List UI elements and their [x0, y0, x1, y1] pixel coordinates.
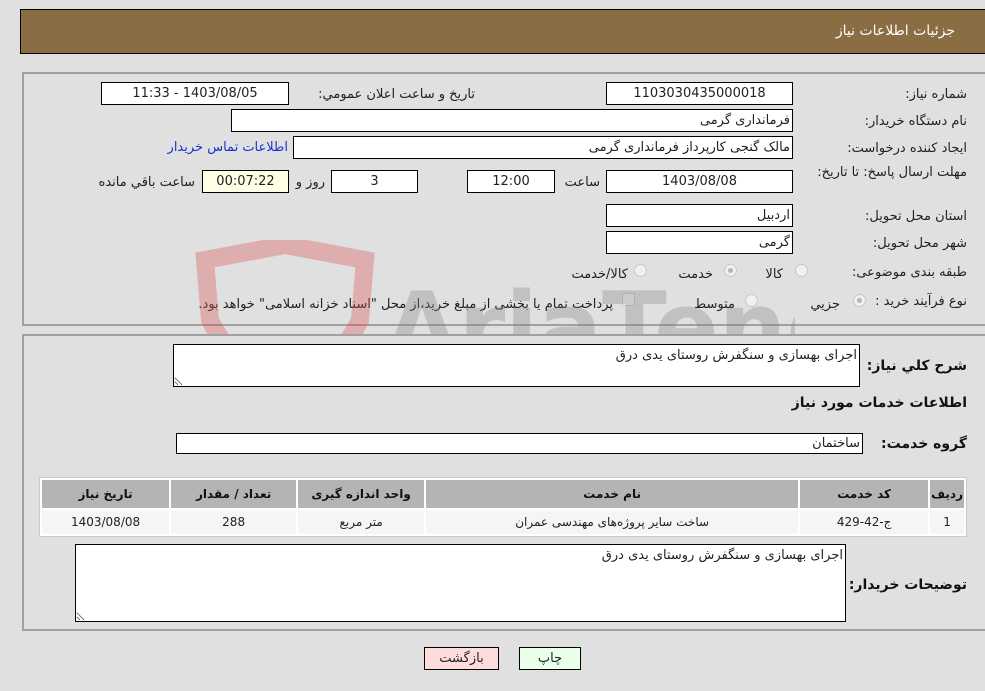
province-label: استان محل تحویل:: [865, 209, 967, 224]
service-group-field: ساختمان: [176, 433, 863, 454]
cell-service-name: ساخت سایر پروژه‌های مهندسی عمران: [426, 510, 799, 534]
header-row-number: ردیف: [930, 480, 964, 508]
category-radio-goods[interactable]: [795, 264, 808, 277]
process-radio-medium[interactable]: [745, 294, 758, 307]
category-option-goods: کالا: [765, 267, 783, 282]
table-header-row: ردیف کد خدمت نام خدمت واحد اندازه گیری ت…: [42, 480, 964, 508]
treasury-checkbox[interactable]: [622, 293, 635, 306]
deadline-date-field: 1403/08/08: [606, 170, 793, 193]
buyer-org-field: فرمانداری گرمی: [231, 109, 793, 132]
cell-unit: متر مربع: [298, 510, 425, 534]
city-label: شهر محل تحویل:: [872, 236, 967, 251]
requester-label: ایجاد کننده درخواست:: [847, 141, 967, 156]
deadline-time-field: 12:00: [467, 170, 555, 193]
province-field: اردبیل: [606, 204, 793, 227]
buyer-notes-textarea[interactable]: اجرای بهسازی و سنگفرش روستای یدی درق: [75, 544, 846, 622]
service-group-label: گروه خدمت:: [881, 436, 967, 452]
category-radio-goods-service[interactable]: [634, 264, 647, 277]
header-need-date: تاریخ نیاز: [42, 480, 170, 508]
page-title: جزئیات اطلاعات نیاز: [835, 23, 955, 39]
header-unit: واحد اندازه گیری: [298, 480, 425, 508]
deadline-label: مهلت ارسال پاسخ: تا تاریخ:: [817, 165, 967, 180]
category-option-goods-service: کالا/خدمت: [571, 267, 628, 282]
announce-datetime-label: تاریخ و ساعت اعلان عمومي:: [318, 87, 475, 102]
cell-row-number: 1: [930, 510, 964, 534]
description-textarea[interactable]: اجرای بهسازی و سنگفرش روستای یدی درق: [173, 344, 860, 387]
process-option-minor: جزيي: [810, 297, 840, 312]
remaining-time-label: ساعت باقي مانده: [98, 175, 195, 190]
treasury-note: پرداخت تمام یا بخشی از مبلغ خرید،از محل …: [198, 297, 613, 312]
requester-field: مالک گنجی کارپرداز فرمانداری گرمی: [293, 136, 793, 159]
buyer-org-label: نام دستگاه خریدار:: [864, 114, 967, 129]
table-row: 1 ج-42-429 ساخت سایر پروژه‌های مهندسی عم…: [42, 510, 964, 534]
category-option-service: خدمت: [678, 267, 713, 282]
process-radio-minor[interactable]: [853, 294, 866, 307]
process-option-medium: متوسط: [694, 297, 735, 312]
cell-need-date: 1403/08/08: [42, 510, 170, 534]
services-table: ردیف کد خدمت نام خدمت واحد اندازه گیری ت…: [39, 477, 967, 537]
city-field: گرمی: [606, 231, 793, 254]
process-type-label: نوع فرآیند خرید :: [875, 294, 967, 309]
print-button[interactable]: چاپ: [519, 647, 581, 670]
header-service-name: نام خدمت: [426, 480, 799, 508]
announce-datetime-field: 1403/08/05 - 11:33: [101, 82, 289, 105]
remaining-time-field: 00:07:22: [202, 170, 289, 193]
header-quantity: تعداد / مقدار: [171, 480, 297, 508]
deadline-time-label: ساعت: [564, 175, 600, 190]
category-label: طبقه بندی موضوعی:: [851, 265, 967, 280]
back-button[interactable]: بازگشت: [424, 647, 499, 670]
need-number-label: شماره نیاز:: [905, 87, 967, 102]
buyer-notes-label: توضیحات خریدار:: [848, 577, 967, 593]
category-radio-service[interactable]: [724, 264, 737, 277]
header-service-code: کد خدمت: [800, 480, 929, 508]
days-label: روز و: [295, 175, 325, 190]
need-number-field: 1103030435000018: [606, 82, 793, 105]
buyer-contact-link[interactable]: اطلاعات تماس خریدار: [168, 140, 288, 155]
cell-service-code: ج-42-429: [800, 510, 929, 534]
page-header: جزئیات اطلاعات نیاز: [20, 9, 985, 54]
cell-quantity: 288: [171, 510, 297, 534]
services-heading: اطلاعات خدمات مورد نياز: [791, 395, 967, 411]
description-label: شرح كلي نياز:: [866, 358, 967, 374]
remaining-days-field: 3: [331, 170, 418, 193]
